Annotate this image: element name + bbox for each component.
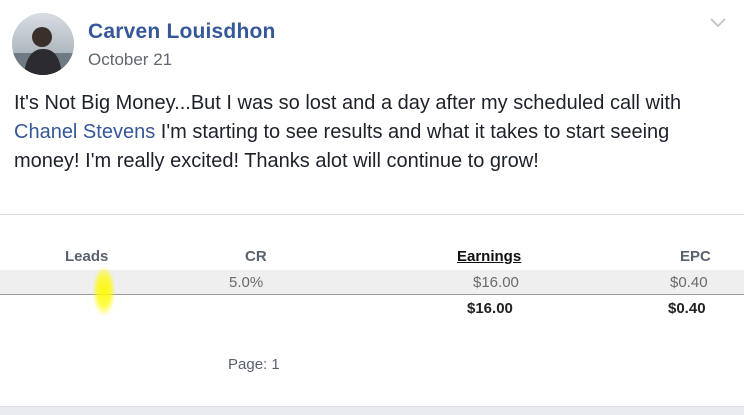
facebook-post: Carven Louisdhon October 21 It's Not Big… [0,0,744,415]
total-earnings: $16.00 [467,300,513,317]
cell-earnings: $16.00 [473,274,519,291]
header-leads: Leads [65,248,109,265]
mention-link[interactable]: Chanel Stevens [14,121,155,143]
avatar-image [12,13,74,75]
avatar[interactable] [12,13,74,75]
highlighter-mark [93,267,115,315]
header-cr: CR [245,248,267,265]
chevron-down-icon[interactable] [708,14,728,30]
post-date[interactable]: October 21 [88,50,172,70]
page-number: 1 [271,356,280,373]
header-earnings: Earnings [457,248,522,265]
total-epc: $0.40 [668,300,706,317]
post-text: It's Not Big Money...But I was so lost a… [14,89,730,176]
divider [0,214,744,215]
header-epc: EPC [680,248,711,265]
post-text-before: It's Not Big Money...But I was so lost a… [14,92,682,114]
cell-cr: 5.0% [229,274,264,291]
cell-epc: $0.40 [670,274,708,291]
author-name[interactable]: Carven Louisdhon [88,20,276,44]
earnings-report-image: Leads CR Earnings EPC 5.0% $16.00 $0.40 … [0,240,744,380]
pagination: Page: 1 [228,356,280,373]
page-label: Page: [228,356,268,373]
